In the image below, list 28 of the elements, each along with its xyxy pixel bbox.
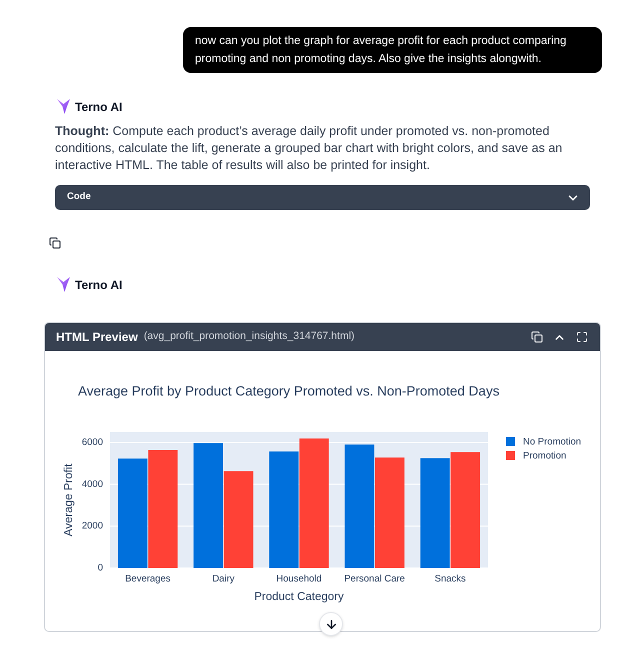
x-tick-label: Snacks bbox=[434, 574, 466, 585]
copy-icon[interactable] bbox=[531, 331, 543, 343]
author-name: Terno AI bbox=[75, 278, 122, 292]
x-axis-title: Product Category bbox=[254, 591, 344, 604]
fullscreen-icon[interactable] bbox=[576, 331, 588, 343]
scroll-down-button[interactable] bbox=[319, 612, 343, 636]
y-tick-label: 4000 bbox=[82, 478, 103, 490]
preview-title: HTML Preview bbox=[56, 329, 138, 346]
x-tick-label: Beverages bbox=[125, 574, 170, 585]
y-tick-label: 2000 bbox=[82, 520, 103, 532]
chart-title: Average Profit by Product Category Promoted vs. Non-Promoted Days bbox=[78, 384, 500, 398]
thought-text: Thought: Compute each product’s average daily profit under promoted vs. non-promoted conditions, calculate the lift, generate a grouped bar chart with bright colors, and save as an interactive HTML. The table of results will also be printed for insight. bbox=[55, 123, 564, 174]
y-tick-label: 0 bbox=[98, 562, 103, 574]
legend-label: No Promotion bbox=[523, 436, 582, 448]
y-axis-title: Average Profit bbox=[63, 464, 76, 536]
file-name: (avg_profit_promotion_insights_314767.html) bbox=[144, 329, 355, 344]
copy-icon[interactable] bbox=[49, 237, 61, 249]
user-message-bubble: now can you plot the graph for average profit for each product comparing promoting and non promoting days. Also give the insights alongwith. bbox=[183, 27, 602, 73]
x-tick-label: Household bbox=[276, 574, 322, 585]
code-toggle-button[interactable]: Code bbox=[55, 185, 590, 210]
legend-label: Promotion bbox=[523, 450, 566, 462]
logo-icon bbox=[57, 99, 70, 114]
logo-icon bbox=[57, 277, 70, 292]
x-tick-label: Dairy bbox=[212, 574, 234, 585]
x-tick-label: Personal Care bbox=[344, 574, 405, 585]
y-tick-label: 6000 bbox=[82, 436, 103, 448]
author-name: Terno AI bbox=[75, 100, 122, 114]
arrow-down-icon bbox=[324, 618, 338, 630]
